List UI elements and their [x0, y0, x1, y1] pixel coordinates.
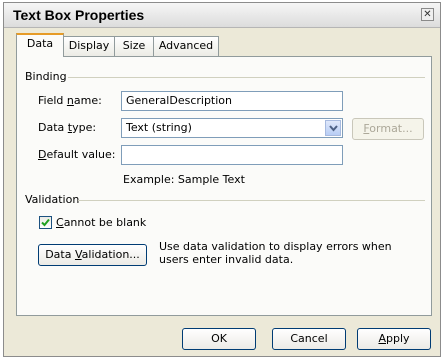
tab-size[interactable]: Size	[114, 36, 154, 56]
tab-advanced-label: Advanced	[158, 39, 214, 52]
cannot-be-blank-label[interactable]: Cannot be blank	[56, 216, 146, 229]
field-name-input[interactable]: GeneralDescription	[121, 91, 343, 111]
data-type-value: Text (string)	[126, 121, 192, 134]
validation-group-label: Validation	[25, 193, 80, 206]
dropdown-button[interactable]	[325, 120, 341, 136]
tab-advanced[interactable]: Advanced	[153, 36, 219, 56]
title-bar: Text Box Properties ✕	[4, 3, 440, 28]
cannot-be-blank-checkbox[interactable]	[39, 216, 52, 229]
close-button[interactable]: ✕	[421, 8, 434, 21]
text-box-properties-dialog: Text Box Properties ✕ Data Display Size …	[3, 2, 441, 357]
validation-help-line-1: Use data validation to display errors wh…	[159, 240, 392, 253]
data-type-label: Data type:	[38, 121, 97, 134]
dialog-title: Text Box Properties	[13, 7, 145, 23]
chevron-down-icon	[329, 125, 338, 132]
validation-divider	[78, 200, 425, 201]
tab-data-label: Data	[26, 37, 54, 50]
binding-group-label: Binding	[25, 70, 67, 83]
default-value-input[interactable]	[121, 145, 343, 165]
tab-display-label: Display	[68, 39, 110, 52]
ok-button[interactable]: OK	[182, 328, 256, 350]
binding-divider	[68, 77, 425, 78]
validation-help-line-2: users enter invalid data.	[159, 253, 294, 266]
apply-button[interactable]: Apply	[357, 328, 431, 350]
tab-display[interactable]: Display	[63, 36, 115, 56]
data-type-select[interactable]: Text (string)	[121, 118, 343, 138]
tab-panel-data: Binding Field name: GeneralDescription D…	[16, 56, 432, 316]
checkmark-icon	[41, 218, 50, 227]
close-icon: ✕	[423, 9, 432, 20]
data-validation-button[interactable]: Data Validation...	[38, 244, 147, 266]
tab-size-label: Size	[122, 39, 146, 52]
format-button[interactable]: Format...	[352, 118, 424, 140]
default-value-label: Default value:	[38, 148, 116, 161]
example-text: Example: Sample Text	[123, 173, 245, 186]
tab-data[interactable]: Data	[16, 33, 64, 57]
field-name-label: Field name:	[38, 94, 102, 107]
cancel-button[interactable]: Cancel	[272, 328, 346, 350]
